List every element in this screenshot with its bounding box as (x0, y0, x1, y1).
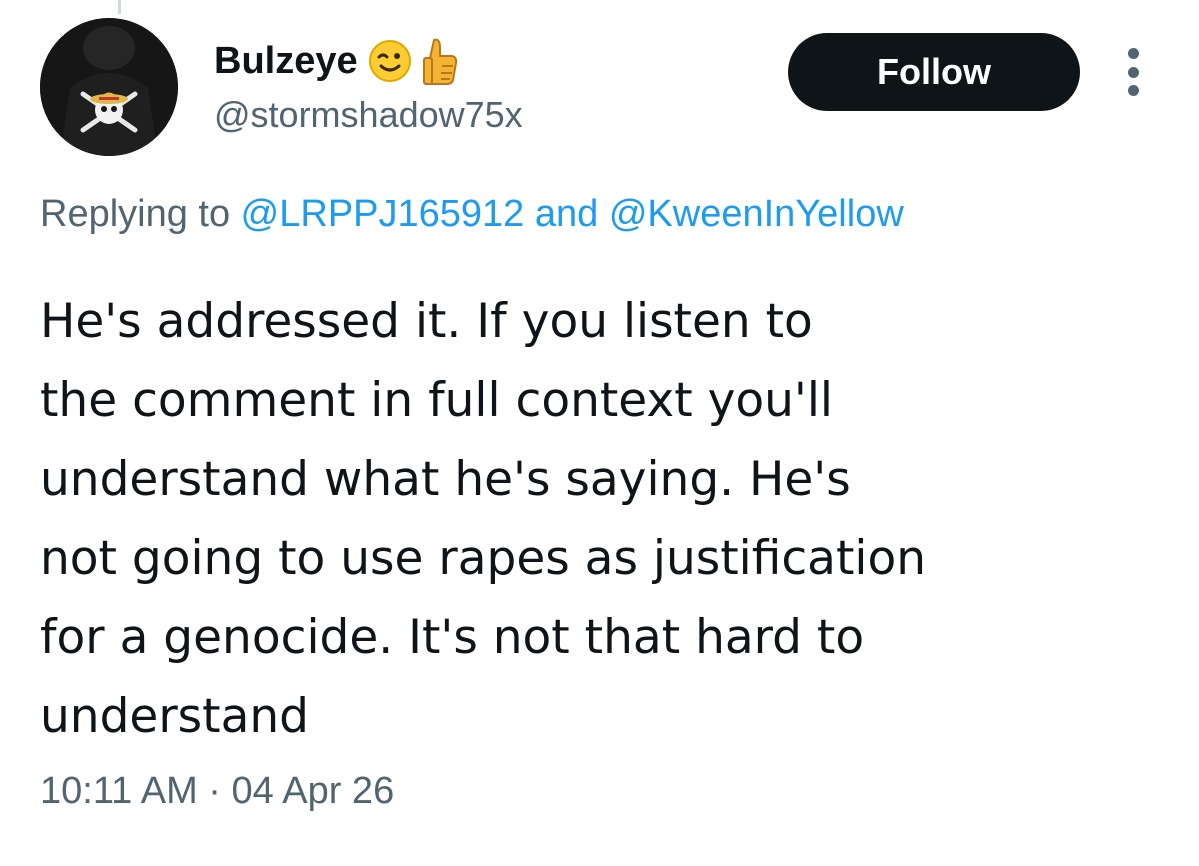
timestamp-separator: · (197, 770, 232, 812)
replying-to-prefix: Replying to (40, 193, 241, 235)
tweet-text-line: He's addressed it. If you listen to (40, 294, 813, 349)
author-name-row: Bulzeye (214, 34, 458, 88)
author-display-name[interactable]: Bulzeye (214, 40, 358, 83)
tweet-timestamp[interactable]: 10:11 AM · 04 Apr 26 (40, 770, 394, 813)
more-dot (1127, 85, 1139, 96)
winking-face-emoji-icon (368, 39, 412, 83)
tweet-time[interactable]: 10:11 AM (40, 770, 198, 812)
more-dot (1127, 66, 1139, 78)
follow-button[interactable]: Follow (788, 33, 1080, 111)
avatar[interactable] (40, 18, 178, 156)
mention-link-lrppj165912[interactable]: @LRPPJ165912 (241, 193, 525, 235)
tweet-text-line: understand (40, 689, 309, 744)
thread-connector-line (118, 0, 121, 14)
more-vertical-icon[interactable] (1114, 48, 1152, 96)
tweet-text: He's addressed it. If you listen to the … (40, 282, 1140, 756)
more-dot (1127, 48, 1139, 59)
tweet-text-line: the comment in full context you'll (40, 373, 833, 428)
tweet-text-line: understand what he's saying. He's (40, 452, 851, 507)
tweet-date[interactable]: 04 Apr 26 (232, 770, 395, 812)
mention-conjunction[interactable]: and (524, 193, 609, 235)
thumbs-up-emoji-icon (422, 36, 458, 86)
mention-link-kweeninyellow[interactable]: @KweenInYellow (609, 193, 904, 235)
straw-hat-jolly-roger-icon (40, 18, 178, 156)
tweet-text-line: for a genocide. It's not that hard to (40, 610, 865, 665)
replying-to-line: Replying to @LRPPJ165912 and @KweenInYel… (40, 193, 904, 236)
tweet-text-line: not going to use rapes as justification (40, 531, 927, 586)
author-handle[interactable]: @stormshadow75x (214, 94, 523, 136)
